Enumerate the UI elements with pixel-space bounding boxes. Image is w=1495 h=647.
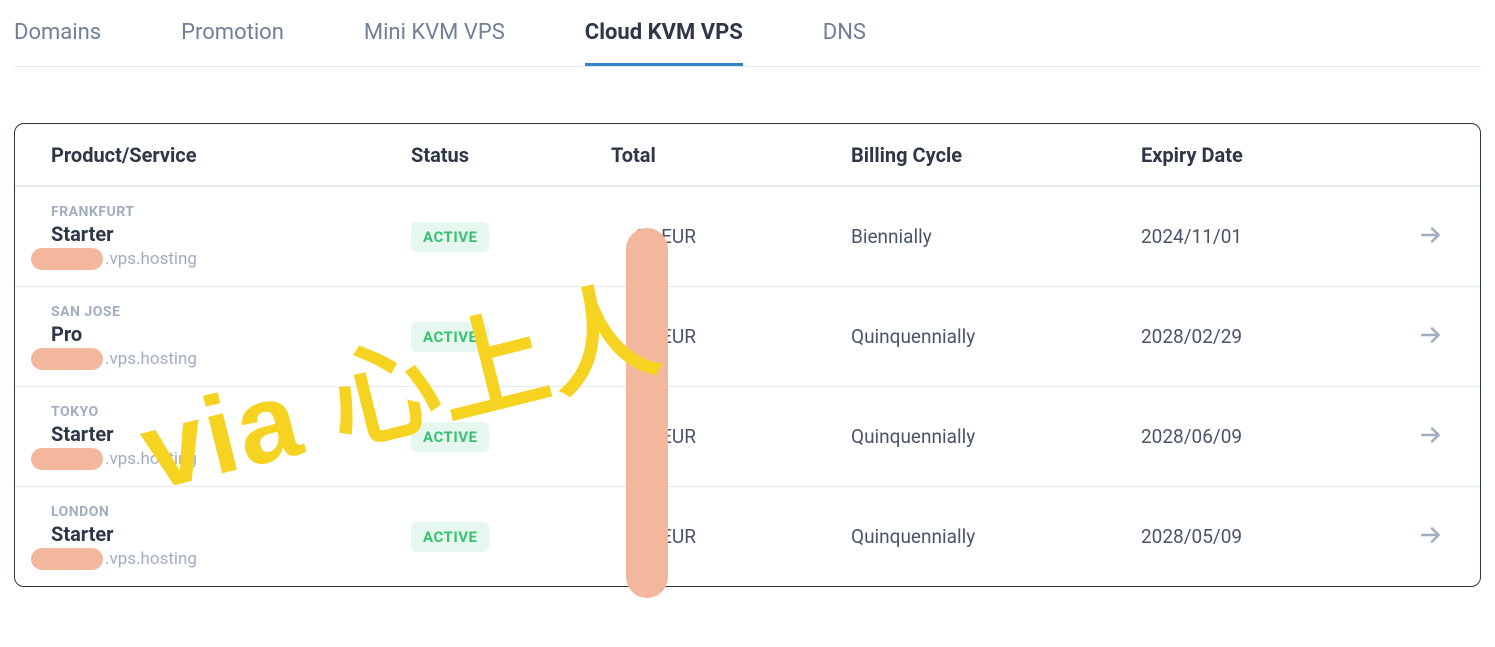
total-visible: 98 EUR	[635, 425, 696, 448]
status-badge: ACTIVE	[411, 222, 489, 252]
plan-label: Starter	[51, 222, 411, 246]
expiry-date: 2028/06/09	[1141, 425, 1384, 448]
total-cell: 98 EUR	[611, 525, 851, 548]
total-cell: 99 EUR	[611, 325, 851, 348]
tab-cloud-kvm-vps[interactable]: Cloud KVM VPS	[585, 10, 743, 66]
product-cell: SAN JOSE Pro .vps.hosting	[51, 304, 411, 370]
tab-domains[interactable]: Domains	[14, 10, 101, 66]
location-label: FRANKFURT	[51, 204, 411, 220]
total-visible: 99 EUR	[635, 325, 696, 348]
location-label: TOKYO	[51, 404, 411, 420]
arrow-right-icon	[1418, 422, 1444, 452]
row-arrow[interactable]	[1384, 322, 1444, 352]
plan-label: Starter	[51, 522, 411, 546]
plan-label: Starter	[51, 422, 411, 446]
status-badge: ACTIVE	[411, 422, 489, 452]
location-label: LONDON	[51, 504, 411, 520]
host-suffix: .vps.hosting	[105, 449, 197, 469]
table-row[interactable]: SAN JOSE Pro .vps.hosting ACTIVE 99 EUR …	[15, 286, 1480, 386]
billing-cycle: Quinquennially	[851, 525, 1141, 548]
col-product: Product/Service	[51, 143, 411, 167]
col-status: Status	[411, 143, 611, 167]
location-label: SAN JOSE	[51, 304, 411, 320]
product-cell: FRANKFURT Starter .vps.hosting	[51, 204, 411, 270]
total-cell: 98 EUR	[611, 425, 851, 448]
host-suffix: .vps.hosting	[105, 349, 197, 369]
total-visible: 98 EUR	[635, 525, 696, 548]
total-cell: 98 EUR	[611, 225, 851, 248]
tab-promotion[interactable]: Promotion	[181, 10, 284, 66]
row-arrow[interactable]	[1384, 422, 1444, 452]
tab-mini-kvm-vps[interactable]: Mini KVM VPS	[364, 10, 505, 66]
tab-dns[interactable]: DNS	[823, 10, 866, 66]
tabs-bar: Domains Promotion Mini KVM VPS Cloud KVM…	[14, 10, 1481, 67]
table-header: Product/Service Status Total Billing Cyc…	[15, 124, 1480, 186]
row-arrow[interactable]	[1384, 222, 1444, 252]
host-suffix: .vps.hosting	[105, 249, 197, 269]
table-row[interactable]: FRANKFURT Starter .vps.hosting ACTIVE 98…	[15, 186, 1480, 286]
host-suffix: .vps.hosting	[105, 549, 197, 569]
redacted-hostname	[31, 248, 103, 270]
status-badge: ACTIVE	[411, 322, 489, 352]
row-arrow[interactable]	[1384, 522, 1444, 552]
arrow-right-icon	[1418, 322, 1444, 352]
expiry-date: 2024/11/01	[1141, 225, 1384, 248]
total-visible: 98 EUR	[635, 225, 696, 248]
redacted-hostname	[31, 348, 103, 370]
table-row[interactable]: LONDON Starter .vps.hosting ACTIVE 98 EU…	[15, 486, 1480, 586]
arrow-right-icon	[1418, 522, 1444, 552]
col-total: Total	[611, 143, 851, 167]
arrow-right-icon	[1418, 222, 1444, 252]
expiry-date: 2028/05/09	[1141, 525, 1384, 548]
services-panel: Product/Service Status Total Billing Cyc…	[14, 123, 1481, 587]
expiry-date: 2028/02/29	[1141, 325, 1384, 348]
table-row[interactable]: TOKYO Starter .vps.hosting ACTIVE 98 EUR…	[15, 386, 1480, 486]
billing-cycle: Biennially	[851, 225, 1141, 248]
redacted-hostname	[31, 548, 103, 570]
col-cycle: Billing Cycle	[851, 143, 1141, 167]
plan-label: Pro	[51, 322, 411, 346]
billing-cycle: Quinquennially	[851, 325, 1141, 348]
billing-cycle: Quinquennially	[851, 425, 1141, 448]
col-expiry: Expiry Date	[1141, 143, 1384, 167]
product-cell: TOKYO Starter .vps.hosting	[51, 404, 411, 470]
redacted-hostname	[31, 448, 103, 470]
status-badge: ACTIVE	[411, 522, 489, 552]
product-cell: LONDON Starter .vps.hosting	[51, 504, 411, 570]
